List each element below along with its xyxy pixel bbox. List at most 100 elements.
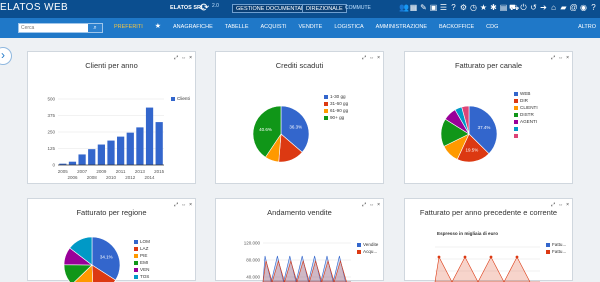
bar	[88, 149, 96, 165]
star-icon[interactable]: ★	[479, 1, 488, 15]
slice-label: 37.4%	[478, 125, 491, 130]
slice-label: 34.1%	[100, 255, 113, 260]
truck-icon[interactable]: ⛟	[509, 1, 519, 15]
legend-61-90: 61-90 gg	[330, 108, 349, 113]
panel-anno: ⤢ ⇔ × Fatturato per anno precedente e corr…	[404, 198, 573, 282]
legend-dir: DIR	[520, 98, 528, 103]
legend-1-30: 1-30 gg	[330, 94, 346, 99]
legend-distr: DISTR	[520, 112, 534, 117]
sidebar-toggle-icon[interactable]: ›	[0, 47, 12, 65]
x-tick-label: 2015	[154, 169, 165, 174]
list-icon[interactable]: ☰	[439, 1, 448, 15]
refresh-icon[interactable]: ⟳	[200, 1, 209, 14]
nav-bar: ⌕ PREFERITI ★ ANAGRAFICHE TABELLE ACQUIS…	[0, 18, 600, 38]
regione-pie: 34.1%	[63, 236, 121, 282]
legend-pie: PIE	[140, 253, 148, 258]
legend-lom: LOM	[140, 239, 150, 244]
crediti-legend: 1-30 gg 31-60 gg 61-90 gg 90+ gg	[324, 93, 348, 121]
bar	[126, 132, 134, 165]
bar	[155, 122, 163, 165]
arrow-icon[interactable]: ➔	[539, 1, 548, 15]
menu-item-amministrazione[interactable]: AMMINISTRAZIONE	[376, 24, 427, 30]
legend-vendite: Vendite	[363, 242, 379, 247]
canale-pie: 37.4% 19.5%	[440, 105, 498, 163]
calendar-icon[interactable]: ▦	[409, 1, 418, 15]
y-tick-label: 120.000	[244, 241, 261, 246]
help2-icon[interactable]: ?	[589, 1, 598, 15]
legend-clienti: CLIENTI	[520, 105, 538, 110]
data-point	[515, 255, 519, 259]
gear-icon[interactable]: ✱	[489, 1, 498, 15]
email-icon[interactable]: @	[569, 1, 578, 15]
menu-item-altro[interactable]: ALTRO	[578, 24, 596, 30]
legend-web: WEB	[520, 91, 531, 96]
favorites-star-icon[interactable]: ★	[155, 23, 161, 30]
x-tick-label: 2008	[87, 175, 98, 180]
menu-item-vendite[interactable]: VENDITE	[298, 24, 322, 30]
y-tick-label: 0	[52, 163, 55, 168]
folder-icon[interactable]: ▰	[559, 1, 568, 15]
clienti-legend: Clienti	[171, 95, 190, 102]
x-tick-label: 2005	[58, 169, 69, 174]
users-icon[interactable]: 👥	[399, 1, 409, 15]
x-tick-label: 2009	[96, 169, 107, 174]
y-tick-label: 40.000	[246, 275, 260, 280]
doc-button[interactable]: GESTIONE DOCUMENTALE	[232, 4, 312, 13]
y-tick-label: 80.000	[246, 258, 260, 263]
grid-icon[interactable]: ▤	[499, 1, 508, 15]
vendite-legend: Vendite Acqu...	[357, 241, 378, 255]
data-point	[489, 255, 493, 259]
area-fatturato-corrente	[434, 256, 540, 282]
settings-icon[interactable]: ⚙	[459, 1, 468, 15]
legend-fatturato-2: Fattu...	[552, 249, 567, 254]
y-tick-label: 500	[47, 97, 55, 102]
panel-vendite: ⤢ ⇔ × Andamento vendite 120.000 80.000 40.00…	[215, 198, 384, 282]
slice-label: 36.3%	[289, 125, 302, 130]
menu-item-cdg[interactable]: CDG	[486, 24, 498, 30]
search-icon[interactable]: ⌕	[88, 24, 102, 32]
data-point	[463, 255, 467, 259]
bar	[117, 136, 125, 165]
slice-label: 19.5%	[466, 147, 479, 152]
panel-regione: ⤢ ⇔ × Fatturato per regione 34.1% LOM LAZ …	[27, 198, 196, 282]
globe-icon[interactable]: ◉	[579, 1, 588, 15]
x-tick-label: 2010	[106, 175, 117, 180]
y-tick-label: 375	[47, 113, 55, 118]
panel-clienti: ⤢ ⇔ × Clienti per anno 0 125 250 375 500 2005 20…	[27, 51, 196, 184]
legend-clienti: Clienti	[177, 96, 190, 101]
brand-title: ELATOS WEB	[0, 2, 69, 13]
menu-item-backoffice[interactable]: BACKOFFICE	[439, 24, 474, 30]
data-point	[437, 255, 441, 259]
canale-legend: WEB DIR CLIENTI DISTR AGENTI	[514, 90, 538, 139]
pencil-icon[interactable]: ✎	[419, 1, 428, 15]
dir-button[interactable]: DIREZIONALE	[302, 4, 347, 13]
crediti-pie: 36.3% 40.6%	[252, 105, 310, 163]
legend-fatturato-1: Fattu...	[552, 242, 567, 247]
power-icon[interactable]: ⏻	[519, 1, 528, 15]
legend-acquisti: Acqu...	[363, 249, 378, 254]
legend-laz: LAZ	[140, 246, 149, 251]
x-tick-label: 2014	[145, 175, 156, 180]
panel-crediti: ⤢ ⇔ × Crediti scaduti 36.3% 40.6% 1-30 gg 3…	[215, 51, 384, 184]
menu-item-logistica[interactable]: LOGISTICA	[334, 24, 363, 30]
legend-tos: TOS	[140, 274, 150, 279]
bar	[78, 154, 86, 165]
menu-item-tabelle[interactable]: TABELLE	[225, 24, 249, 30]
clipboard-icon[interactable]: ▣	[429, 1, 438, 15]
bar	[136, 127, 144, 165]
help-icon[interactable]: ?	[449, 1, 458, 15]
regione-legend: LOM LAZ PIE EMI VEN TOS	[134, 238, 150, 280]
x-tick-label: 2007	[77, 169, 88, 174]
home-icon[interactable]: ⌂	[549, 1, 558, 15]
history-icon[interactable]: ↺	[529, 1, 538, 15]
legend-90-plus: 90+ gg	[330, 115, 345, 120]
menu-item-acquisti[interactable]: ACQUISTI	[261, 24, 287, 30]
x-tick-label: 2006	[67, 175, 78, 180]
clock-icon[interactable]: ◷	[469, 1, 478, 15]
search-input[interactable]	[19, 24, 89, 32]
menu-item-anagrafiche[interactable]: ANAGRAFICHE	[173, 24, 213, 30]
menu-item-preferiti[interactable]: PREFERITI	[114, 24, 143, 30]
clienti-chart: 0125250375500200520062007200820092010201…	[47, 97, 165, 181]
toolbar-icons: 👥 ▦ ✎ ▣ ☰ ? ⚙ ◷ ★ ✱ ▤ ⛟ ⏻ ↺ ➔ ⌂ ▰ @ ◉ ?	[399, 1, 598, 15]
legend-31-60: 31-60 gg	[330, 101, 349, 106]
